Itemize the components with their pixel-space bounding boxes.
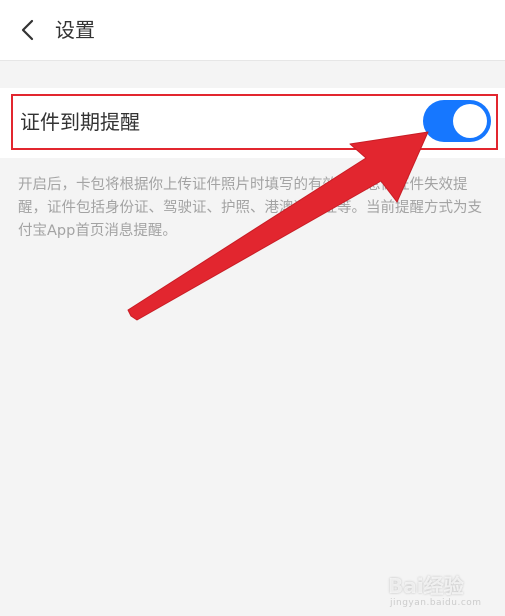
annotation-highlight-box — [11, 94, 498, 150]
watermark: Bai经验 jingyan.baidu.com — [388, 560, 500, 612]
setting-description: 开启后，卡包将根据你上传证件照片时填写的有效期信息做证件失效提醒，证件包括身份证… — [18, 177, 482, 239]
chevron-left-icon — [21, 19, 34, 41]
page-title: 设置 — [55, 18, 95, 42]
back-button[interactable] — [16, 18, 40, 42]
header-bar: 设置 — [0, 0, 505, 61]
watermark-text: Bai经验 — [388, 574, 464, 598]
watermark-subtext: jingyan.baidu.com — [390, 598, 482, 608]
